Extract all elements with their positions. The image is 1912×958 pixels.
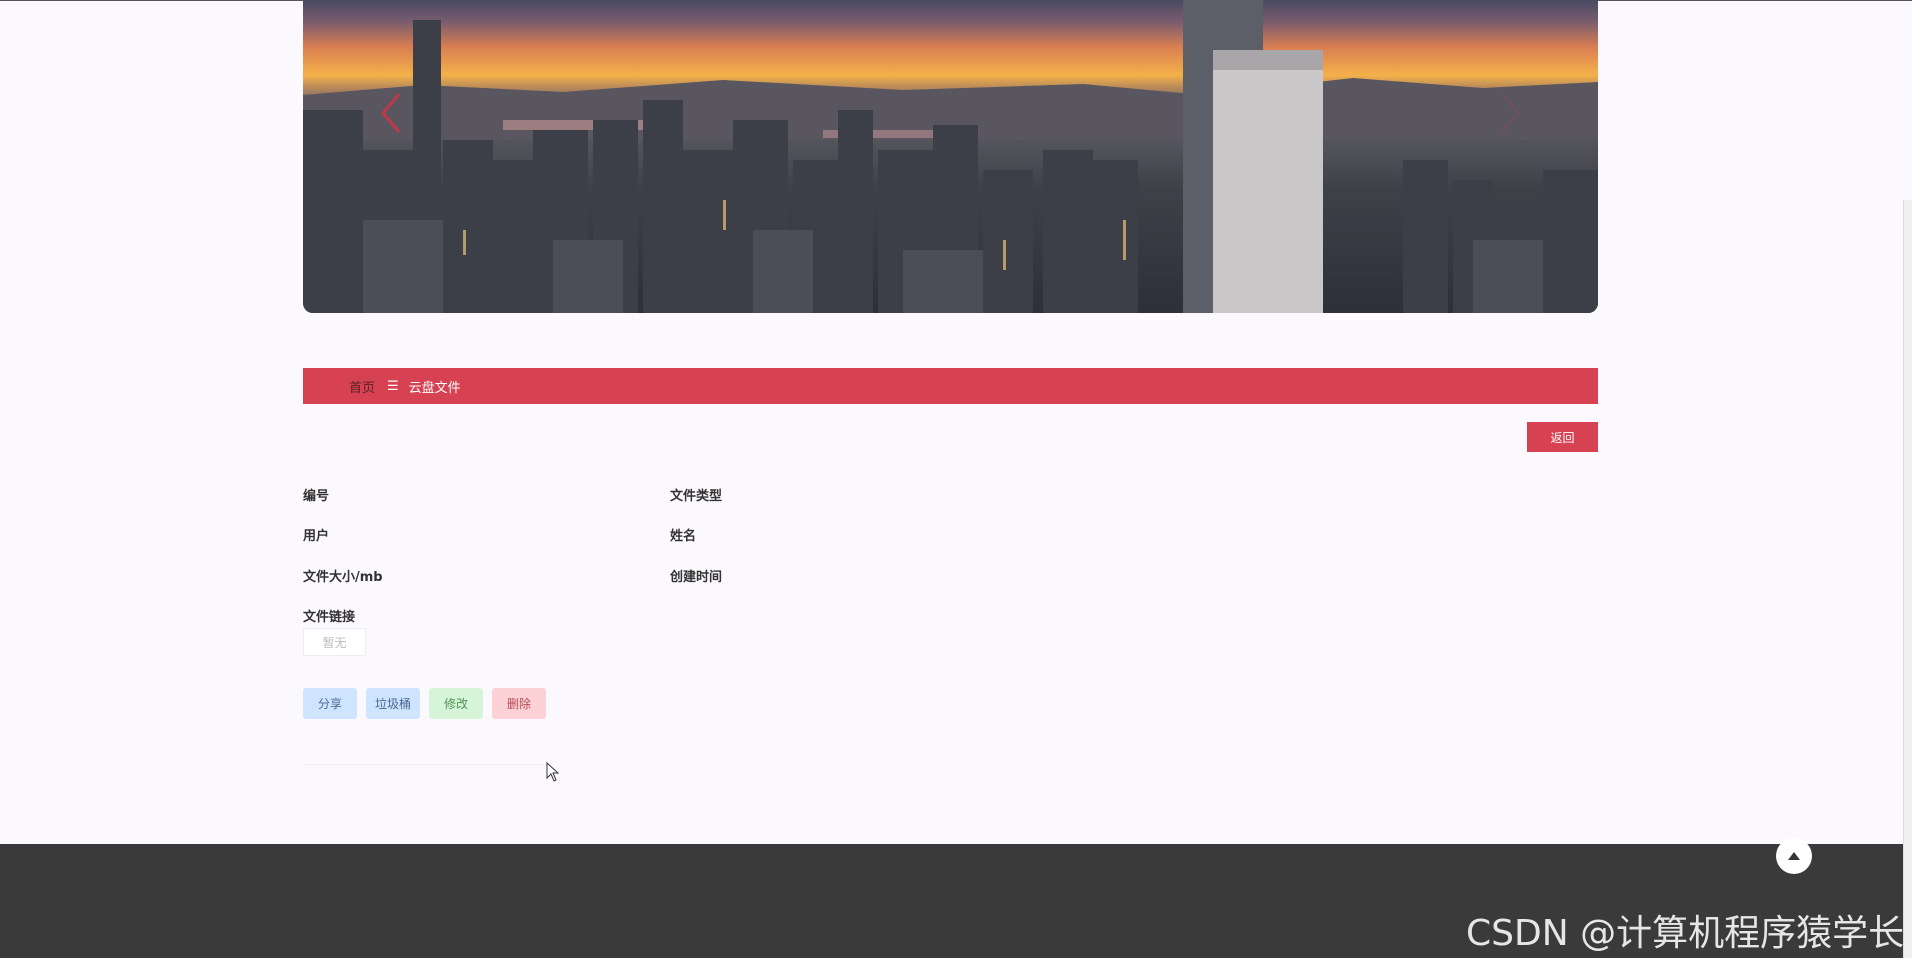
content-divider bbox=[303, 764, 548, 765]
chevron-right-icon bbox=[1501, 93, 1520, 133]
back-to-top-button[interactable] bbox=[1776, 838, 1812, 874]
chevron-left-icon bbox=[381, 93, 401, 133]
field-label-file-link: 文件链接 bbox=[303, 610, 356, 625]
field-label-name: 姓名 bbox=[670, 529, 697, 544]
file-link-value: 暂无 bbox=[303, 628, 366, 656]
field-label-created-at: 创建时间 bbox=[670, 570, 723, 585]
page-scrollbar[interactable] bbox=[1903, 200, 1912, 958]
carousel-prev-button[interactable] bbox=[375, 88, 405, 138]
share-button[interactable]: 分享 bbox=[303, 688, 357, 719]
edit-button[interactable]: 修改 bbox=[429, 688, 483, 719]
breadcrumb: 首页 ☰ 云盘文件 bbox=[303, 368, 1598, 404]
field-label-user: 用户 bbox=[303, 529, 330, 544]
field-label-file-size: 文件大小/mb bbox=[303, 570, 383, 585]
city-skyline-image bbox=[303, 0, 1598, 313]
back-button[interactable]: 返回 bbox=[1527, 422, 1598, 452]
trash-button[interactable]: 垃圾桶 bbox=[366, 688, 420, 719]
carousel-next-button[interactable] bbox=[1496, 88, 1526, 138]
field-label-id: 编号 bbox=[303, 489, 330, 504]
breadcrumb-separator-icon: ☰ bbox=[387, 378, 399, 394]
breadcrumb-home-link[interactable]: 首页 bbox=[349, 377, 375, 396]
delete-button[interactable]: 删除 bbox=[492, 688, 546, 719]
field-label-file-type: 文件类型 bbox=[670, 489, 723, 504]
mouse-pointer-icon bbox=[546, 761, 560, 786]
caret-up-icon bbox=[1788, 852, 1800, 860]
breadcrumb-current: 云盘文件 bbox=[408, 380, 461, 396]
banner-carousel bbox=[303, 0, 1598, 313]
watermark-text: CSDN @计算机程序猿学长 bbox=[1466, 913, 1905, 954]
